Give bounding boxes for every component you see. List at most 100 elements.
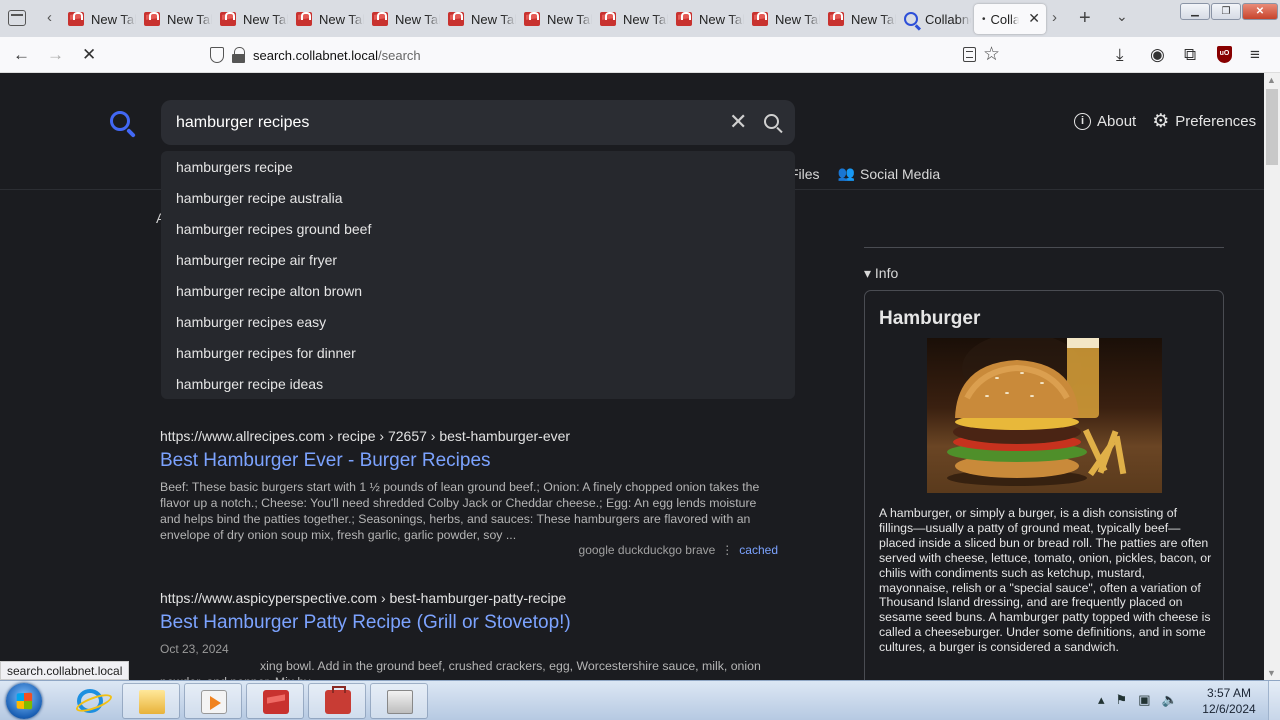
tab[interactable]: New Tab [364,4,440,34]
url-text[interactable]: search.collabnet.local/search [253,48,421,63]
tab[interactable]: Collabnet [896,4,972,34]
gift-icon [372,12,388,26]
about-label: About [1097,113,1137,130]
tab[interactable]: New Tab [136,4,212,34]
tab[interactable]: New Tab [440,4,516,34]
tab[interactable]: New Tab [288,4,364,34]
account-icon[interactable]: ◉ [1150,45,1165,65]
tab-title: New Tab [395,11,440,27]
taskbar-archive[interactable] [370,683,428,719]
result-engines: google duckduckgo brave ⋮ cached [160,543,780,557]
tab[interactable]: New Tab [212,4,288,34]
tab[interactable]: New Tab [668,4,744,34]
tab[interactable]: New Tab [592,4,668,34]
taskbar-explorer[interactable] [122,683,180,719]
tab-title: New Tab [775,11,820,27]
search-logo-icon[interactable] [110,111,130,131]
gift-icon [448,12,464,26]
result-snippet: xing bowl. Add in the ground beef, crush… [160,659,761,680]
caret-down-icon: ▾ [864,265,875,281]
reader-view-icon[interactable] [963,47,976,62]
show-desktop-button[interactable] [1268,681,1280,720]
search-icon [904,12,918,26]
taskbar-browser[interactable] [246,683,304,719]
gear-icon: ⚙ [1152,111,1170,132]
result-url[interactable]: https://www.allrecipes.com › recipe › 72… [160,428,780,444]
infobox: Hamburger A hamburger, or simply a burge… [864,290,1224,680]
about-link[interactable]: i About [1074,113,1136,130]
network-icon[interactable]: ▣ [1138,692,1150,708]
hamburger-image [927,338,1162,493]
search-submit-icon[interactable] [764,114,779,129]
result-title-link[interactable]: Best Hamburger Ever - Burger Recipes [160,450,780,472]
scroll-down-icon[interactable]: ▼ [1267,668,1276,678]
downloads-icon[interactable]: ⤓ [1116,45,1124,65]
window-close-button[interactable]: ✕ [1242,3,1278,20]
result-snippet: Beef: These basic burgers start with 1 ½… [160,480,760,542]
clock[interactable]: 3:57 AM 12/6/2024 [1196,685,1262,717]
scrollbar-thumb[interactable] [1266,89,1278,165]
suggestion-item[interactable]: hamburgers recipe [161,152,795,183]
forward-icon[interactable]: → [47,45,64,65]
chevron-down-icon[interactable]: ⌄ [1116,8,1128,25]
gift-icon [144,12,160,26]
gift-icon [676,12,692,26]
tab[interactable]: New Tab [516,4,592,34]
cached-link[interactable]: cached [739,543,778,557]
maximize-button[interactable]: ❐ [1211,3,1241,20]
ublock-icon[interactable]: uO [1217,46,1232,63]
minimize-button[interactable]: ▁ [1180,3,1210,20]
extensions-icon[interactable]: ⧉ [1184,45,1196,65]
suggestion-item[interactable]: hamburger recipe alton brown [161,276,795,307]
search-result: https://www.allrecipes.com › recipe › 72… [160,428,780,557]
start-button[interactable] [6,683,42,719]
scroll-tabs-right-icon[interactable]: › [1052,9,1057,26]
info-toggle-label: Info [874,265,899,281]
header-links: i About ⚙ Preferences [1074,111,1256,132]
show-hidden-icons-icon[interactable]: ▴ [1098,692,1105,708]
tab-social-media[interactable]: 👥 Social Media [838,165,941,182]
scroll-tabs-left-icon[interactable]: ‹ [47,9,52,26]
scroll-up-icon[interactable]: ▲ [1267,75,1276,85]
loading-dot-icon: • [982,13,986,25]
menu-icon[interactable]: ≡ [1250,45,1260,65]
search-input[interactable] [176,100,716,145]
taskbar-media-player[interactable] [184,683,242,719]
tab-list-icon[interactable] [8,10,26,26]
tab-title: New Tab [623,11,668,27]
vertical-scrollbar[interactable]: ▲ ▼ [1264,73,1280,680]
gift-icon [296,12,312,26]
shield-icon[interactable] [210,47,224,63]
back-icon[interactable]: ← [13,45,30,65]
search-page: ✕ iAbout ⚙Preferences Files 👥Social Medi… [0,73,1264,680]
bookmark-star-icon[interactable]: ☆ [983,43,1000,66]
taskbar-ie[interactable] [61,683,119,719]
taskbar-toolbox[interactable] [308,683,366,719]
preferences-link[interactable]: ⚙ Preferences [1152,111,1256,132]
people-icon: 👥 [837,165,855,181]
result-title-link[interactable]: Best Hamburger Patty Recipe (Grill or St… [160,612,780,634]
clear-search-icon[interactable]: ✕ [729,111,747,133]
suggestion-item[interactable]: hamburger recipe australia [161,183,795,214]
flag-icon[interactable]: ⚑ [1116,692,1128,708]
tab-active[interactable]: • Collabnet ✕ [974,4,1046,34]
stop-loading-icon[interactable]: ✕ [82,45,96,65]
close-tab-icon[interactable]: ✕ [1028,10,1040,27]
tab[interactable]: New Tab [744,4,820,34]
address-bar[interactable]: search.collabnet.local/search [210,43,421,67]
suggestion-item[interactable]: hamburger recipes for dinner [161,338,795,369]
info-toggle[interactable]: ▾ Info [864,265,898,282]
separator: ⋮ [721,543,734,557]
infobox-description: A hamburger, or simply a burger, is a di… [879,506,1212,655]
result-url[interactable]: https://www.aspicyperspective.com › best… [160,590,780,606]
suggestion-item[interactable]: hamburger recipes ground beef [161,214,795,245]
volume-muted-icon[interactable]: 🔈 [1161,692,1177,708]
tab[interactable]: New Tab [60,4,136,34]
tab-title: New Tab [243,11,288,27]
new-tab-icon[interactable]: + [1079,7,1091,30]
tab[interactable]: New Tab [820,4,896,34]
lock-icon[interactable] [232,47,245,63]
suggestion-item[interactable]: hamburger recipe ideas [161,369,795,400]
suggestion-item[interactable]: hamburger recipes easy [161,307,795,338]
suggestion-item[interactable]: hamburger recipe air fryer [161,245,795,276]
